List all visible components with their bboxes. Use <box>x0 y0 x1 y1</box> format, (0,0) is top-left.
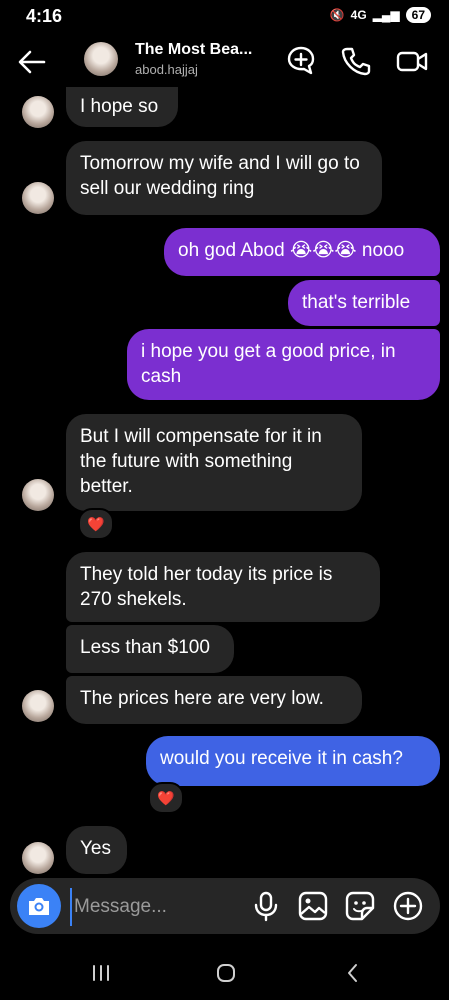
incoming-message[interactable]: Yes <box>66 826 127 874</box>
message-input[interactable] <box>70 888 256 926</box>
camera-icon <box>29 898 49 915</box>
incoming-message[interactable]: The prices here are very low. <box>66 676 362 724</box>
nav-back-icon[interactable] <box>340 960 366 986</box>
contact-avatar[interactable] <box>22 842 54 874</box>
header-avatar[interactable] <box>84 42 118 76</box>
outgoing-message[interactable]: oh god Abod 😭😭😭 nooo <box>164 228 440 276</box>
microphone-icon[interactable] <box>250 890 282 922</box>
incoming-message[interactable]: But I will compensate for it in the futu… <box>66 414 362 511</box>
message-composer <box>10 878 440 934</box>
network-label: 4G <box>350 8 367 22</box>
video-icon[interactable] <box>395 44 429 78</box>
camera-button[interactable] <box>17 884 61 928</box>
incoming-message[interactable]: Less than $100 <box>66 625 234 673</box>
add-people-icon[interactable] <box>284 44 318 78</box>
incoming-message[interactable]: I hope so <box>66 87 178 127</box>
incoming-message[interactable]: They told her today its price is 270 she… <box>66 552 380 622</box>
chat-header: The Most Bea... abod.hajjaj <box>0 32 449 90</box>
home-icon[interactable] <box>213 960 239 986</box>
image-icon[interactable] <box>297 890 329 922</box>
battery-indicator: 67 <box>405 7 431 23</box>
outgoing-message[interactable]: that's terrible <box>288 280 440 326</box>
heart-reaction[interactable]: ❤️ <box>148 782 184 814</box>
arrow-left-icon[interactable] <box>16 46 48 78</box>
contact-avatar[interactable] <box>22 96 54 128</box>
contact-avatar[interactable] <box>22 182 54 214</box>
contact-avatar[interactable] <box>22 479 54 511</box>
chat-title[interactable]: The Most Bea... <box>135 41 252 59</box>
recent-apps-icon[interactable] <box>88 960 114 986</box>
outgoing-message[interactable]: would you receive it in cash? <box>146 736 440 786</box>
signal-icon: ▂▄▆ <box>372 8 400 22</box>
status-icons: 🔇 4G ▂▄▆ 67 <box>330 7 431 23</box>
mute-icon: 🔇 <box>329 8 345 22</box>
system-nav-bar <box>0 944 449 1000</box>
incoming-message[interactable]: Tomorrow my wife and I will go to sell o… <box>66 141 382 215</box>
status-bar: 4:16 🔇 4G ▂▄▆ 67 <box>0 0 449 32</box>
heart-reaction[interactable]: ❤️ <box>78 508 114 540</box>
phone-icon[interactable] <box>339 44 373 78</box>
status-time: 4:16 <box>26 6 63 26</box>
sticker-icon[interactable] <box>344 890 376 922</box>
contact-avatar[interactable] <box>22 690 54 722</box>
chat-username[interactable]: abod.hajjaj <box>135 62 198 77</box>
outgoing-message[interactable]: i hope you get a good price, in cash <box>127 329 440 400</box>
plus-icon[interactable] <box>392 890 424 922</box>
